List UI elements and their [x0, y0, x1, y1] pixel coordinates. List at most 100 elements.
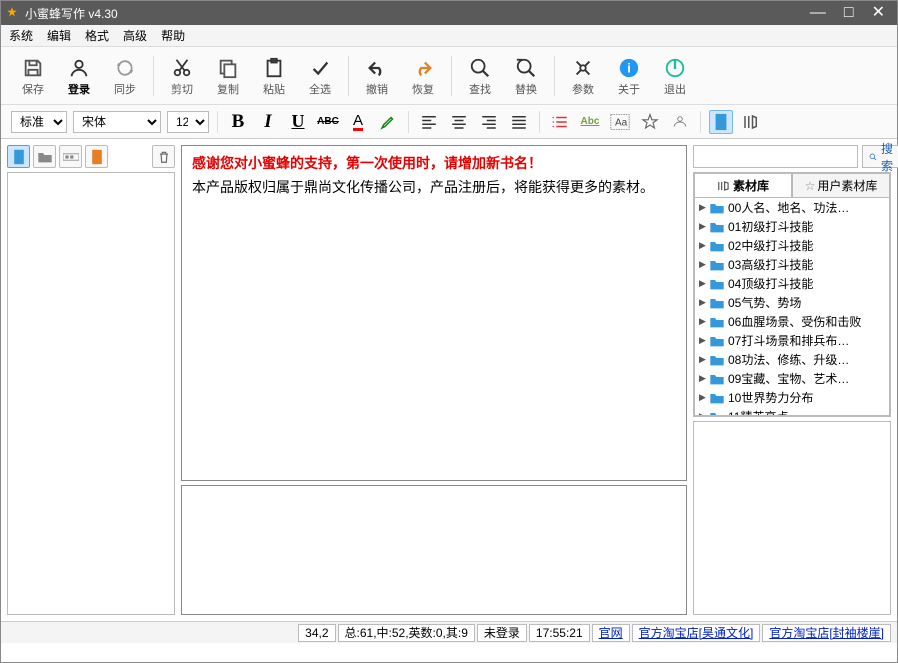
toolbar-login[interactable]: 登录	[57, 55, 101, 97]
toolbar-replace[interactable]: 替换	[504, 55, 548, 97]
underline-button[interactable]: U	[286, 110, 310, 134]
menu-format[interactable]: 格式	[85, 27, 109, 44]
menubar: 系统 编辑 格式 高级 帮助	[1, 25, 897, 47]
toolbar-save[interactable]: 保存	[11, 55, 55, 97]
editor-line2: 本产品版权归属于鼎尚文化传播公司，产品注册后，将能获得更多的素材。	[192, 176, 676, 200]
tab-user-material[interactable]: ☆用户素材库	[792, 173, 890, 197]
tree-item[interactable]: ▶00人名、地名、功法…	[695, 198, 889, 217]
tree-item[interactable]: ▶06血腥场景、受伤和击败	[695, 312, 889, 331]
italic-button[interactable]: I	[256, 110, 280, 134]
view1-button[interactable]	[709, 110, 733, 134]
toolbar-selectall[interactable]: 全选	[298, 55, 342, 97]
align-center-button[interactable]	[447, 110, 471, 134]
about-icon: i	[618, 55, 640, 81]
paste-icon	[263, 55, 285, 81]
tree-item[interactable]: ▶01初级打斗技能	[695, 217, 889, 236]
material-tree[interactable]: ▶00人名、地名、功法…▶01初级打斗技能▶02中级打斗技能▶03高级打斗技能▶…	[694, 198, 890, 416]
replace-icon	[515, 55, 537, 81]
tab-material[interactable]: 素材库	[694, 173, 792, 197]
view2-button[interactable]	[739, 110, 763, 134]
search-button[interactable]: 搜索	[862, 145, 898, 168]
left-tree[interactable]	[7, 172, 175, 615]
left-btn-2[interactable]	[33, 145, 56, 168]
folder-icon	[709, 220, 725, 234]
find-icon	[469, 55, 491, 81]
toolbar-exit[interactable]: 退出	[653, 55, 697, 97]
toolbar-about[interactable]: i关于	[607, 55, 651, 97]
size-select[interactable]: 12	[167, 111, 209, 133]
exit-icon	[664, 55, 686, 81]
folder-icon	[709, 372, 725, 386]
strikethrough-button[interactable]: ABC	[316, 110, 340, 134]
tree-item[interactable]: ▶09宝藏、宝物、艺术…	[695, 369, 889, 388]
expand-icon: ▶	[699, 297, 709, 308]
toolbar-undo[interactable]: 撤销	[355, 55, 399, 97]
bold-button[interactable]: B	[226, 110, 250, 134]
align-right-button[interactable]	[477, 110, 501, 134]
tree-item[interactable]: ▶04顶级打斗技能	[695, 274, 889, 293]
folder-icon	[709, 258, 725, 272]
folder-icon	[709, 239, 725, 253]
expand-icon: ▶	[699, 259, 709, 270]
search-input[interactable]	[693, 145, 858, 168]
toolbar-paste[interactable]: 粘贴	[252, 55, 296, 97]
style-select[interactable]: 标准	[11, 111, 67, 133]
font-select[interactable]: 宋体	[73, 111, 161, 133]
window-title: 小蜜蜂写作 v4.30	[25, 5, 810, 22]
bottom-editor[interactable]	[181, 485, 687, 615]
delete-button[interactable]	[152, 145, 175, 168]
tree-item[interactable]: ▶08功法、修练、升级…	[695, 350, 889, 369]
toolbar-redo[interactable]: 恢复	[401, 55, 445, 97]
link-taobao2[interactable]: 官方淘宝店[封袖楼崖]	[769, 624, 884, 641]
left-btn-4[interactable]	[85, 145, 108, 168]
font-color-button[interactable]: A	[346, 110, 370, 134]
check-button[interactable]: Abc	[578, 110, 602, 134]
folder-icon	[709, 353, 725, 367]
toolbar-settings[interactable]: 参数	[561, 55, 605, 97]
svg-text:Aa: Aa	[615, 117, 628, 128]
tree-item[interactable]: ▶10世界势力分布	[695, 388, 889, 407]
tree-item[interactable]: ▶07打斗场景和排兵布…	[695, 331, 889, 350]
close-button[interactable]: ✕	[872, 5, 885, 21]
tree-item[interactable]: ▶02中级打斗技能	[695, 236, 889, 255]
expand-icon: ▶	[699, 354, 709, 365]
link-official[interactable]: 官网	[599, 624, 623, 641]
folder-icon	[709, 296, 725, 310]
minimize-button[interactable]: —	[810, 5, 826, 21]
status-position: 34,2	[298, 624, 335, 642]
toolbar-find[interactable]: 查找	[458, 55, 502, 97]
translate-button[interactable]: Aa	[608, 110, 632, 134]
app-icon	[5, 6, 19, 20]
menu-edit[interactable]: 编辑	[47, 27, 71, 44]
link-taobao1[interactable]: 官方淘宝店[昊通文化]	[639, 624, 754, 641]
expand-icon: ▶	[699, 316, 709, 327]
expand-icon: ▶	[699, 240, 709, 251]
right-preview[interactable]	[693, 421, 891, 615]
menu-help[interactable]: 帮助	[161, 27, 185, 44]
expand-icon: ▶	[699, 278, 709, 289]
favorite-button[interactable]	[638, 110, 662, 134]
toolbar-sync[interactable]: 同步	[103, 55, 147, 97]
toolbar-copy[interactable]: 复制	[206, 55, 250, 97]
tree-item[interactable]: ▶11精英高点	[695, 407, 889, 416]
left-btn-3[interactable]	[59, 145, 82, 168]
align-justify-button[interactable]	[507, 110, 531, 134]
editor-line1: 感谢您对小蜜蜂的支持，第一次使用时，请增加新书名！	[192, 152, 676, 176]
sync-icon	[114, 55, 136, 81]
toolbar-cut[interactable]: 剪切	[160, 55, 204, 97]
maximize-button[interactable]: □	[844, 5, 854, 21]
tree-item[interactable]: ▶03高级打斗技能	[695, 255, 889, 274]
folder-icon	[709, 410, 725, 417]
status-time: 17:55:21	[529, 624, 590, 642]
left-btn-1[interactable]	[7, 145, 30, 168]
tree-item[interactable]: ▶05气势、势场	[695, 293, 889, 312]
main-editor[interactable]: 感谢您对小蜜蜂的支持，第一次使用时，请增加新书名！ 本产品版权归属于鼎尚文化传播…	[181, 145, 687, 481]
expand-icon: ▶	[699, 392, 709, 403]
menu-system[interactable]: 系统	[9, 27, 33, 44]
tools-button[interactable]	[668, 110, 692, 134]
list-button[interactable]	[548, 110, 572, 134]
menu-advanced[interactable]: 高级	[123, 27, 147, 44]
cut-icon	[171, 55, 193, 81]
align-left-button[interactable]	[417, 110, 441, 134]
highlight-button[interactable]	[376, 110, 400, 134]
